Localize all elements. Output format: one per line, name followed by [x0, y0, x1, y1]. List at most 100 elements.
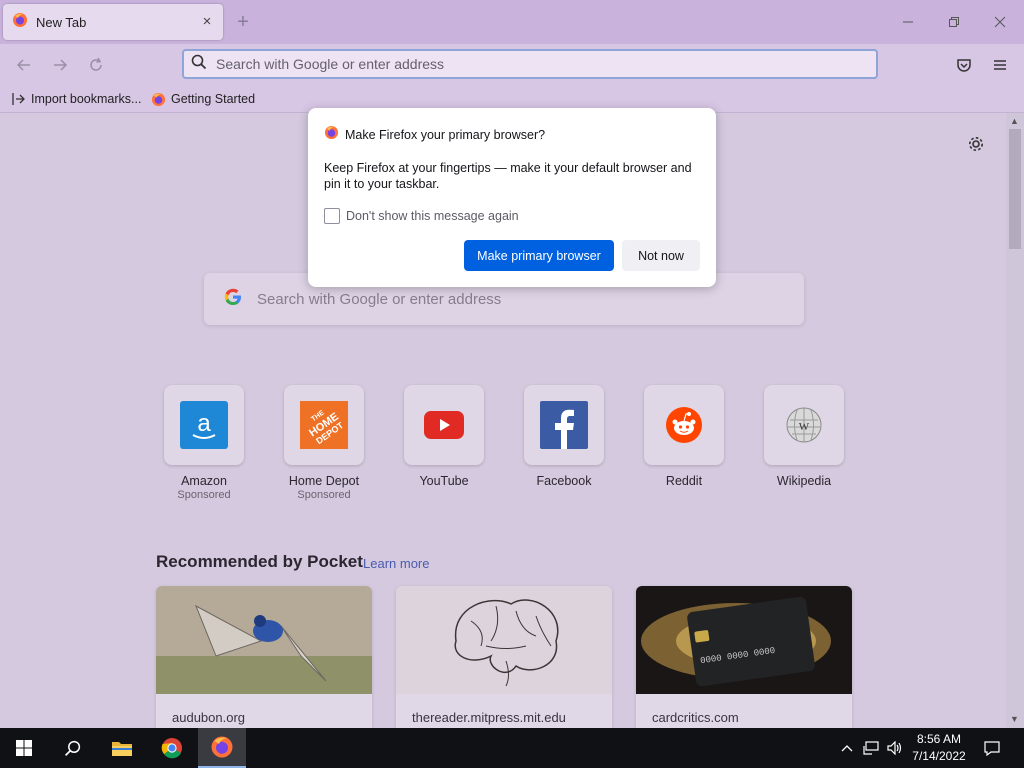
- pocket-card-source: cardcritics.com: [652, 710, 739, 725]
- top-site-wikipedia[interactable]: W Wikipedia: [764, 385, 844, 488]
- newtab-search-placeholder: Search with Google or enter address: [257, 290, 502, 308]
- pocket-card[interactable]: audubon.org: [156, 586, 372, 728]
- windows-taskbar: 8:56 AM 7/14/2022: [0, 728, 1024, 768]
- gear-icon: [969, 137, 983, 151]
- volume-icon: [887, 741, 902, 755]
- credit-card-image: 0000 0000 0000: [636, 586, 852, 694]
- scrollbar-thumb[interactable]: [1009, 129, 1021, 249]
- taskbar-search-button[interactable]: [48, 728, 96, 768]
- forward-button[interactable]: [46, 52, 74, 78]
- show-hidden-icons-button[interactable]: [838, 728, 856, 768]
- restore-icon: [949, 17, 959, 27]
- puzzle-brain-image: [396, 586, 612, 694]
- clock-time: 8:56 AM: [916, 732, 962, 746]
- default-browser-dialog: Make Firefox your primary browser? Keep …: [308, 108, 716, 287]
- back-arrow-icon: [16, 59, 30, 71]
- volume-button[interactable]: [884, 728, 906, 768]
- chevron-up-icon: [841, 745, 853, 752]
- dont-show-again-checkbox[interactable]: Don't show this message again: [324, 208, 519, 224]
- pocket-card[interactable]: thereader.mitpress.mit.edu: [396, 586, 612, 728]
- restore-button[interactable]: [934, 8, 974, 36]
- close-icon: [994, 16, 1006, 28]
- navigation-toolbar: [0, 44, 1024, 84]
- network-icon: [863, 741, 879, 755]
- top-site-amazon[interactable]: a Amazon Sponsored: [164, 385, 244, 501]
- sponsored-label: Sponsored: [297, 489, 351, 501]
- firefox-icon: [211, 736, 233, 758]
- import-icon: [12, 93, 25, 105]
- start-button[interactable]: [0, 728, 48, 768]
- pocket-card[interactable]: 0000 0000 0000 cardcritics.com: [636, 586, 852, 728]
- sponsored-label: Sponsored: [177, 489, 231, 501]
- network-button[interactable]: [860, 728, 882, 768]
- tab-strip: New Tab × +: [0, 0, 1024, 44]
- reload-icon: [90, 57, 102, 71]
- menu-button[interactable]: [987, 52, 1013, 78]
- top-site-facebook[interactable]: Facebook: [524, 385, 604, 488]
- google-icon: [223, 287, 243, 312]
- checkbox-box[interactable]: [324, 208, 340, 224]
- svg-text:W: W: [799, 421, 810, 433]
- bookmark-label: Getting Started: [171, 92, 256, 106]
- firefox-icon: [324, 125, 339, 145]
- reddit-icon: [666, 407, 702, 443]
- firefox-icon: [151, 92, 166, 106]
- top-site-youtube[interactable]: YouTube: [404, 385, 484, 488]
- top-site-name: Amazon: [181, 474, 227, 488]
- pocket-icon: [957, 59, 971, 72]
- page-scrollbar[interactable]: ▲ ▼: [1006, 113, 1024, 728]
- pocket-button[interactable]: [951, 52, 977, 78]
- facebook-icon: [540, 401, 588, 449]
- reload-button[interactable]: [82, 52, 110, 78]
- pocket-card-source: audubon.org: [172, 710, 246, 725]
- bird-image: [156, 586, 372, 694]
- tab-close-icon[interactable]: ×: [197, 12, 217, 32]
- taskbar-firefox[interactable]: [198, 728, 246, 768]
- wikipedia-icon: W: [786, 407, 822, 443]
- taskbar-clock[interactable]: 8:56 AM 7/14/2022: [904, 731, 974, 765]
- pocket-learn-more-link[interactable]: Learn more: [363, 556, 429, 571]
- bookmark-import[interactable]: Import bookmarks...: [12, 90, 141, 108]
- firefox-icon: [12, 12, 28, 33]
- top-site-home-depot[interactable]: THE HOME DEPOT Home Depot Sponsored: [284, 385, 364, 501]
- hamburger-menu-icon: [994, 60, 1006, 70]
- clock-date: 7/14/2022: [912, 749, 966, 763]
- forward-arrow-icon: [54, 59, 68, 71]
- chrome-icon: [161, 738, 182, 759]
- window-close-button[interactable]: [980, 8, 1020, 36]
- windows-icon: [16, 740, 32, 756]
- new-tab-button[interactable]: +: [232, 11, 254, 33]
- top-site-name: Wikipedia: [776, 474, 832, 488]
- pocket-card-source: thereader.mitpress.mit.edu: [412, 710, 566, 725]
- back-button[interactable]: [10, 52, 38, 78]
- notification-icon: [984, 740, 1000, 756]
- tab-new-tab[interactable]: New Tab ×: [3, 4, 223, 40]
- checkbox-label: Don't show this message again: [346, 209, 519, 223]
- action-center-button[interactable]: [980, 728, 1004, 768]
- bookmark-label: Import bookmarks...: [31, 92, 142, 106]
- top-site-name: Home Depot: [288, 474, 360, 488]
- dialog-body: Keep Firefox at your fingertips — make i…: [324, 161, 692, 191]
- home-depot-icon: THE HOME DEPOT: [300, 401, 348, 449]
- search-icon: [64, 740, 80, 756]
- tab-title: New Tab: [36, 14, 87, 30]
- search-icon: [191, 54, 207, 75]
- not-now-button[interactable]: Not now: [622, 240, 700, 271]
- bookmark-getting-started[interactable]: Getting Started: [151, 90, 255, 108]
- top-site-name: Reddit: [665, 474, 703, 488]
- amazon-icon: a: [180, 401, 228, 449]
- top-site-name: YouTube: [419, 474, 469, 488]
- minimize-button[interactable]: [888, 8, 928, 36]
- address-bar[interactable]: [182, 49, 878, 79]
- taskbar-chrome[interactable]: [148, 728, 196, 768]
- dialog-title: Make Firefox your primary browser?: [345, 128, 546, 142]
- youtube-icon: [424, 411, 464, 439]
- make-primary-browser-button[interactable]: Make primary browser: [464, 240, 614, 271]
- scroll-down-icon[interactable]: ▼: [1010, 714, 1019, 724]
- scroll-up-icon[interactable]: ▲: [1010, 116, 1019, 126]
- personalize-button[interactable]: [966, 134, 986, 154]
- url-input[interactable]: [216, 56, 836, 72]
- minimize-icon: [903, 21, 913, 23]
- top-site-reddit[interactable]: Reddit: [644, 385, 724, 488]
- taskbar-file-explorer[interactable]: [98, 728, 146, 768]
